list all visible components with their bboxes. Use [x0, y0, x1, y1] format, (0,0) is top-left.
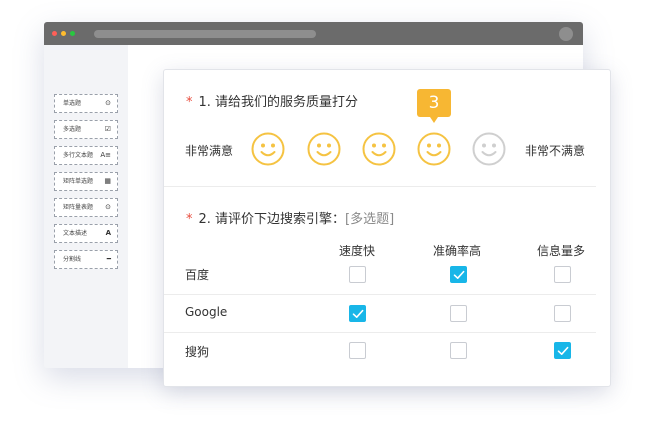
required-mark: *: [186, 95, 193, 110]
palette-item-multiline-text[interactable]: 多行文本题 A≡: [54, 146, 118, 165]
smiley-face-icon[interactable]: [307, 132, 341, 166]
palette-item-label: 多选题: [63, 126, 82, 133]
palette-item-matrix-scale[interactable]: 矩阵量表题 ⊙: [54, 198, 118, 217]
matrix-column-header: 准确率高: [432, 244, 481, 258]
palette-item-text-description[interactable]: 文本描述 A: [54, 224, 118, 243]
matrix-row-divider: [164, 294, 596, 295]
matrix-radio-icon: ▦: [104, 177, 111, 185]
palette-item-label: 单选题: [63, 100, 82, 107]
checkmark-icon: [557, 346, 569, 355]
palette-item-divider[interactable]: 分割线 ━: [54, 250, 118, 269]
matrix-row-divider: [164, 332, 596, 333]
matrix-scale-icon: ⊙: [105, 203, 111, 211]
question-divider: [164, 186, 596, 187]
checkbox-unchecked[interactable]: [450, 305, 467, 322]
question-1-text: 1. 请给我们的服务质量打分: [198, 95, 359, 110]
checkbox-icon: ☑: [104, 125, 111, 133]
checkbox-checked[interactable]: [450, 266, 467, 283]
checkbox-unchecked[interactable]: [349, 342, 366, 359]
smiley-face-icon[interactable]: [472, 132, 506, 166]
palette-item-label: 矩阵量表题: [63, 204, 94, 211]
text-icon: A: [105, 229, 111, 237]
scale-left-label: 非常满意: [185, 144, 234, 158]
maximize-window-dot[interactable]: [70, 31, 75, 36]
matrix-row-label: 百度: [185, 268, 210, 282]
smiley-face-icon[interactable]: [362, 132, 396, 166]
required-mark: *: [186, 212, 193, 227]
question-1-title: * 1. 请给我们的服务质量打分: [186, 91, 358, 110]
matrix-row-label: Google: [185, 305, 228, 319]
palette-item-label: 矩阵单选题: [63, 178, 94, 185]
question-palette: 单选题 ⊙ 多选题 ☑ 多行文本题 A≡ 矩阵单选题 ▦ 矩阵量表题 ⊙ 文本描…: [44, 45, 128, 368]
profile-avatar[interactable]: [559, 27, 573, 41]
minimize-window-dot[interactable]: [61, 31, 66, 36]
question-2-text: 2. 请评价下边搜索引擎：: [198, 212, 346, 227]
question-2-title: * 2. 请评价下边搜索引擎：[多选题]: [186, 208, 394, 227]
matrix-column-header: 速度快: [338, 244, 375, 258]
divider-icon: ━: [106, 255, 111, 263]
radio-icon: ⊙: [105, 99, 111, 107]
palette-item-matrix-single[interactable]: 矩阵单选题 ▦: [54, 172, 118, 191]
palette-item-label: 文本描述: [63, 230, 88, 237]
checkmark-icon: [453, 270, 465, 279]
palette-item-single-choice[interactable]: 单选题 ⊙: [54, 94, 118, 113]
palette-item-multiple-choice[interactable]: 多选题 ☑: [54, 120, 118, 139]
scale-right-label: 非常不满意: [525, 144, 586, 158]
checkbox-unchecked[interactable]: [349, 266, 366, 283]
palette-item-label: 分割线: [63, 256, 82, 263]
address-bar[interactable]: [94, 30, 316, 38]
smiley-face-icon[interactable]: [251, 132, 285, 166]
smiley-face-icon[interactable]: [417, 132, 451, 166]
matrix-row-label: 搜狗: [185, 345, 210, 359]
checkbox-checked[interactable]: [349, 305, 366, 322]
rating-value-badge: 3: [417, 89, 451, 123]
checkbox-unchecked[interactable]: [450, 342, 467, 359]
textarea-icon: A≡: [100, 151, 111, 159]
close-window-dot[interactable]: [52, 31, 57, 36]
question-type-hint: [多选题]: [345, 212, 395, 227]
checkbox-checked[interactable]: [554, 342, 571, 359]
palette-item-label: 多行文本题: [63, 152, 94, 159]
checkbox-unchecked[interactable]: [554, 305, 571, 322]
checkbox-unchecked[interactable]: [554, 266, 571, 283]
survey-card: * 1. 请给我们的服务质量打分 3 非常满意 非常不满意 * 2. 请评价下边搜索…: [163, 69, 611, 387]
browser-toolbar: [44, 22, 583, 45]
checkmark-icon: [352, 309, 364, 318]
matrix-column-header: 信息量多: [536, 244, 585, 258]
